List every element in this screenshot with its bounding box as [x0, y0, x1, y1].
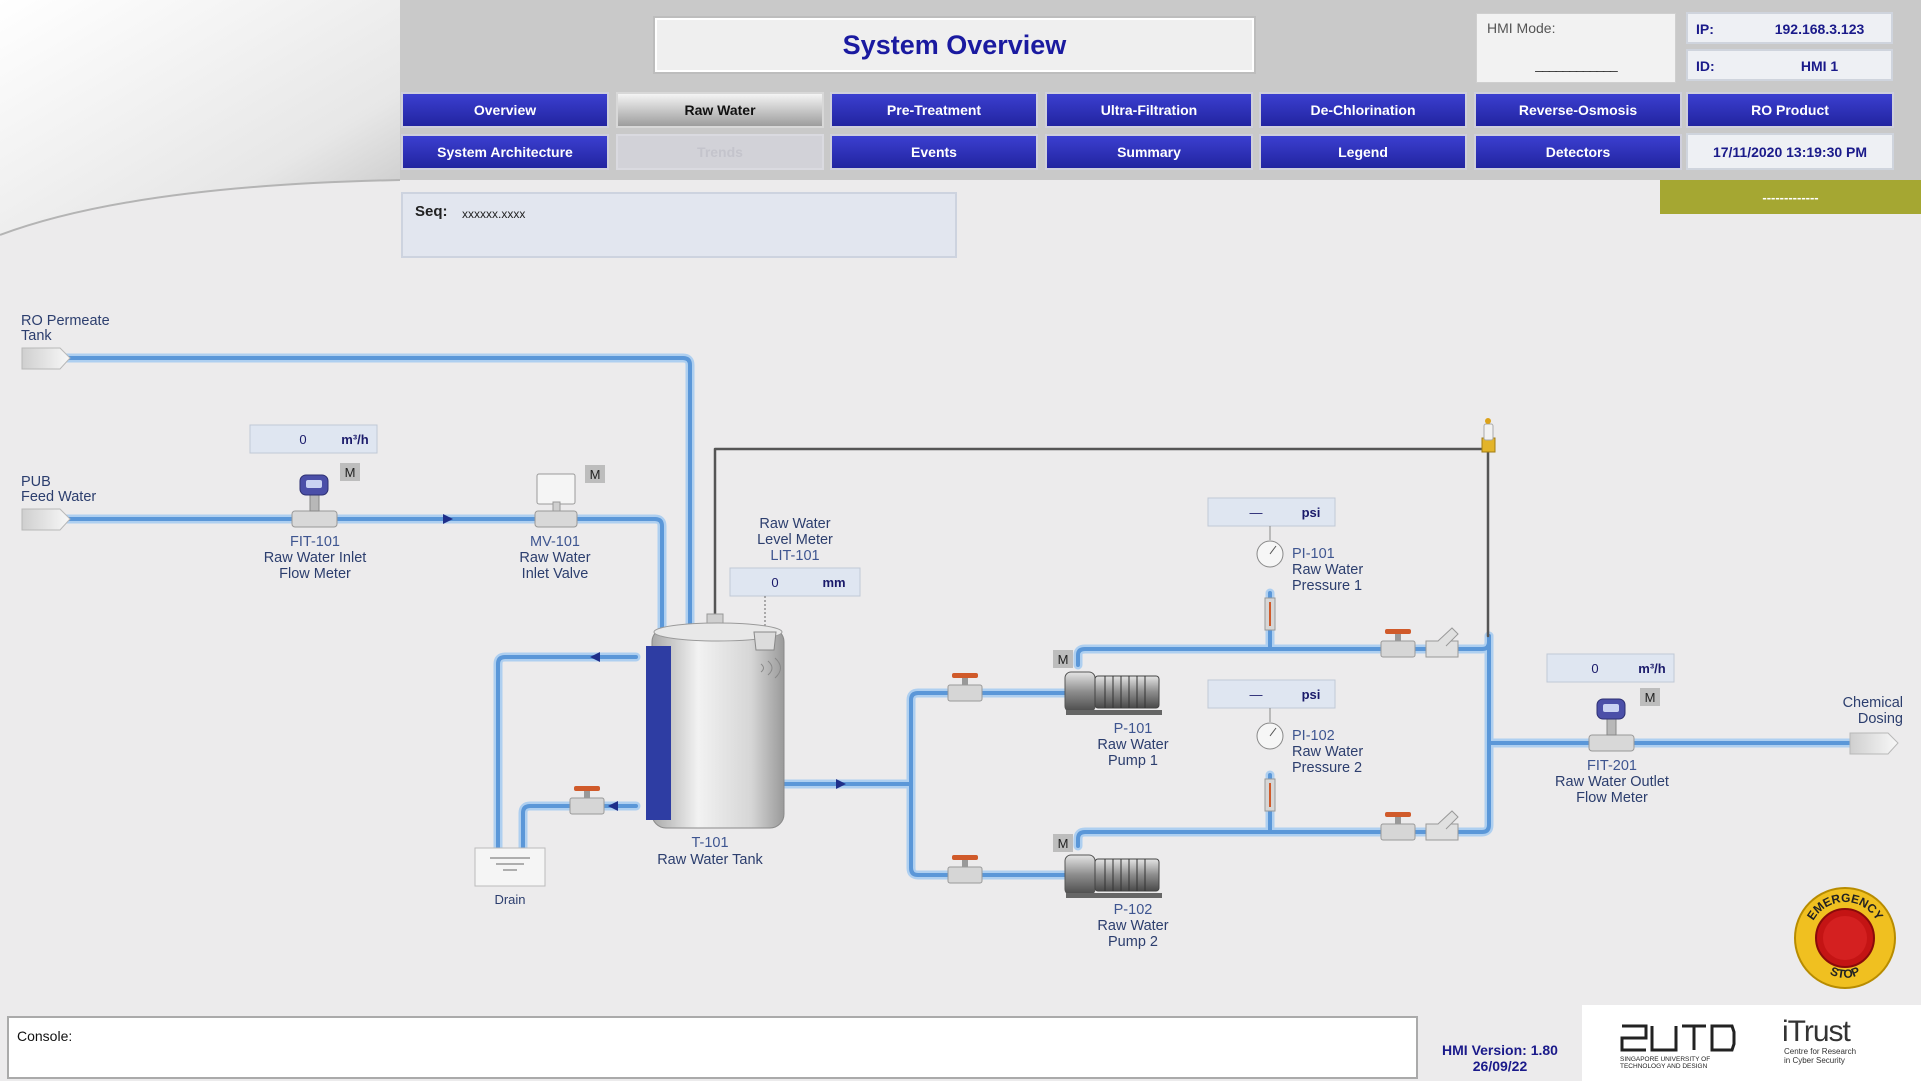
check-valve-icon [1425, 810, 1459, 841]
p101-desc-1: Raw Water [1097, 737, 1168, 753]
chemical-dosing-label: Chemical [1843, 695, 1903, 711]
pump-icon [1064, 854, 1162, 898]
fit201-desc-1: Raw Water Outlet [1555, 774, 1669, 790]
lit101-tag: LIT-101 [770, 548, 819, 564]
itrust-logo: iTrust [1782, 1015, 1851, 1048]
pressure-gauge-icon [1256, 722, 1284, 812]
flow-meter-icon [1588, 698, 1635, 752]
manual-valve-icon [1380, 812, 1416, 841]
hmi-version-date: 26/09/22 [1472, 1058, 1528, 1074]
p102-mode: M [1058, 836, 1069, 851]
fit201-tag: FIT-201 [1587, 758, 1637, 774]
level-sensor-icon [753, 631, 777, 651]
sutd-subtitle-line-1: SINGAPORE UNIVERSITY OF [1620, 1056, 1711, 1063]
console-label: Console: [17, 1028, 73, 1044]
pi102-tag: PI-102 [1292, 728, 1335, 744]
pressure-gauge-icon [1256, 540, 1284, 631]
hmi-version: HMI Version: 1.80 [1442, 1042, 1558, 1058]
manual-valve-icon [569, 786, 605, 815]
fit201-unit: m³/h [1638, 661, 1666, 676]
pub-feed-label-2: Feed Water [21, 489, 96, 505]
p102-desc-1: Raw Water [1097, 918, 1168, 934]
mv101-desc-2: Inlet Valve [522, 566, 589, 582]
sutd-logo [1620, 1024, 1736, 1052]
sutd-subtitle-line-2: TECHNOLOGY AND DESIGN [1620, 1063, 1708, 1070]
t101-tag: T-101 [691, 835, 728, 851]
pi102-value: — [1250, 687, 1263, 702]
fit101-tag: FIT-101 [290, 534, 340, 550]
p101-desc-2: Pump 1 [1108, 753, 1158, 769]
emergency-stop-button[interactable]: EMERGENCY STOP [1793, 886, 1897, 990]
mv101-mode: M [590, 467, 601, 482]
fit201-value: 0 [1591, 661, 1598, 676]
pi102-unit: psi [1302, 687, 1321, 702]
manual-valve-icon [947, 855, 983, 884]
fit101-unit: m³/h [341, 432, 369, 447]
pi101-value: — [1250, 505, 1263, 520]
drain-box [474, 847, 546, 887]
itrust-subtitle: Centre for Research in Cyber Security [1784, 1047, 1894, 1065]
version-info: HMI Version: 1.80 26/09/22 [1430, 1042, 1570, 1074]
p101-tag: P-101 [1114, 721, 1153, 737]
sutd-subtitle: SINGAPORE UNIVERSITY OF TECHNOLOGY AND D… [1620, 1056, 1740, 1070]
pump-icon [1064, 671, 1162, 715]
itrust-subtitle-line-2: in Cyber Security [1784, 1056, 1845, 1065]
check-valve-icon [1425, 627, 1459, 658]
fit101-desc-1: Raw Water Inlet [264, 550, 367, 566]
fit201-mode: M [1645, 690, 1656, 705]
fit101-value: 0 [299, 432, 306, 447]
console-panel[interactable]: Console: [7, 1016, 1418, 1079]
lit101-title-1: Raw Water [759, 516, 830, 532]
chemical-dosing-nozzle [1849, 732, 1899, 755]
hmi-screen: System Overview HMI Mode: ____________ I… [0, 0, 1921, 1081]
mv101-tag: MV-101 [530, 534, 580, 550]
fit101-desc-2: Flow Meter [279, 566, 351, 582]
pi101-unit: psi [1302, 505, 1321, 520]
motorized-valve-icon [534, 473, 578, 528]
pi102-desc-1: Raw Water [1292, 744, 1363, 760]
chemical-dosing-label-2: Dosing [1858, 711, 1903, 727]
pi101-desc-2: Pressure 1 [1292, 578, 1362, 594]
ro-permeate-nozzle [21, 347, 71, 370]
fit201-desc-2: Flow Meter [1576, 790, 1648, 806]
lit101-value: 0 [771, 575, 778, 590]
pi101-desc-1: Raw Water [1292, 562, 1363, 578]
pi101-tag: PI-101 [1292, 546, 1335, 562]
flow-meter-icon [291, 474, 338, 528]
fit101-mode: M [345, 465, 356, 480]
ro-permeate-label-2: Tank [21, 328, 52, 344]
manual-valve-icon [947, 673, 983, 702]
lit101-unit: mm [822, 575, 845, 590]
itrust-subtitle-line-1: Centre for Research [1784, 1047, 1857, 1056]
relief-valve-icon [1481, 418, 1496, 453]
mv101-desc-1: Raw Water [519, 550, 590, 566]
pi102-desc-2: Pressure 2 [1292, 760, 1362, 776]
manual-valve-icon [1380, 629, 1416, 658]
raw-water-tank [646, 613, 785, 829]
logo-panel: SINGAPORE UNIVERSITY OF TECHNOLOGY AND D… [1582, 1005, 1921, 1081]
lit101-title-2: Level Meter [757, 532, 833, 548]
drain-label: Drain [494, 892, 525, 907]
p102-tag: P-102 [1114, 902, 1153, 918]
process-diagram: RO Permeate Tank PUB Feed Water Chemical… [21, 313, 1903, 950]
t101-desc: Raw Water Tank [657, 852, 763, 868]
ro-permeate-label: RO Permeate [21, 313, 110, 329]
pub-feed-nozzle [21, 508, 71, 531]
pub-feed-label: PUB [21, 474, 51, 490]
p102-desc-2: Pump 2 [1108, 934, 1158, 950]
p101-mode: M [1058, 652, 1069, 667]
